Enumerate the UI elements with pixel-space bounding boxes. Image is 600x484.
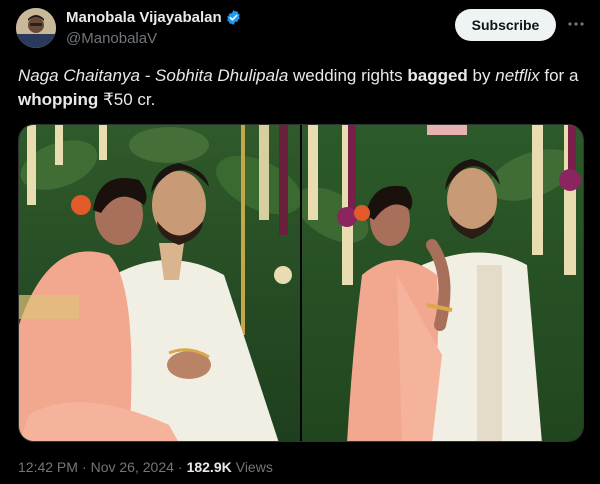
author-name-text[interactable]: Manobala Vijayabalan: [66, 9, 222, 26]
avatar[interactable]: [16, 8, 56, 48]
verified-badge-icon[interactable]: [225, 9, 242, 26]
media-grid: [18, 124, 584, 442]
tweet-text-segment: by: [467, 66, 496, 85]
tweet-text-segment: ₹50 cr.: [98, 90, 156, 109]
tweet-text: Naga Chaitanya - Sobhita Dhulipala weddi…: [18, 64, 584, 112]
tweet-meta: 12:42 PM · Nov 26, 2024 · 182.9K Views: [18, 459, 273, 475]
tweet-text-italic: netflix: [495, 66, 540, 85]
tweet-text-segment: for a: [539, 66, 579, 85]
tweet-text-bold: bagged: [407, 66, 468, 85]
separator: ·: [81, 459, 87, 475]
tweet-date[interactable]: Nov 26, 2024: [91, 459, 174, 475]
separator: ·: [177, 459, 183, 475]
tweet-text-bold: whopping: [18, 90, 99, 109]
tweet-text-segment: wedding rights: [288, 66, 408, 85]
more-options-icon[interactable]: [566, 14, 586, 34]
tweet-time[interactable]: 12:42 PM: [18, 459, 78, 475]
author-handle[interactable]: @ManobalaV: [66, 30, 157, 47]
tweet-text-names: Naga Chaitanya - Sobhita Dhulipala: [18, 66, 289, 85]
views-label: Views: [235, 459, 273, 475]
subscribe-button[interactable]: Subscribe: [455, 9, 556, 41]
views-count[interactable]: 182.9K: [187, 459, 232, 475]
author-name[interactable]: Manobala Vijayabalan: [66, 9, 242, 26]
photo-1[interactable]: [19, 125, 300, 441]
photo-2[interactable]: [302, 125, 583, 441]
